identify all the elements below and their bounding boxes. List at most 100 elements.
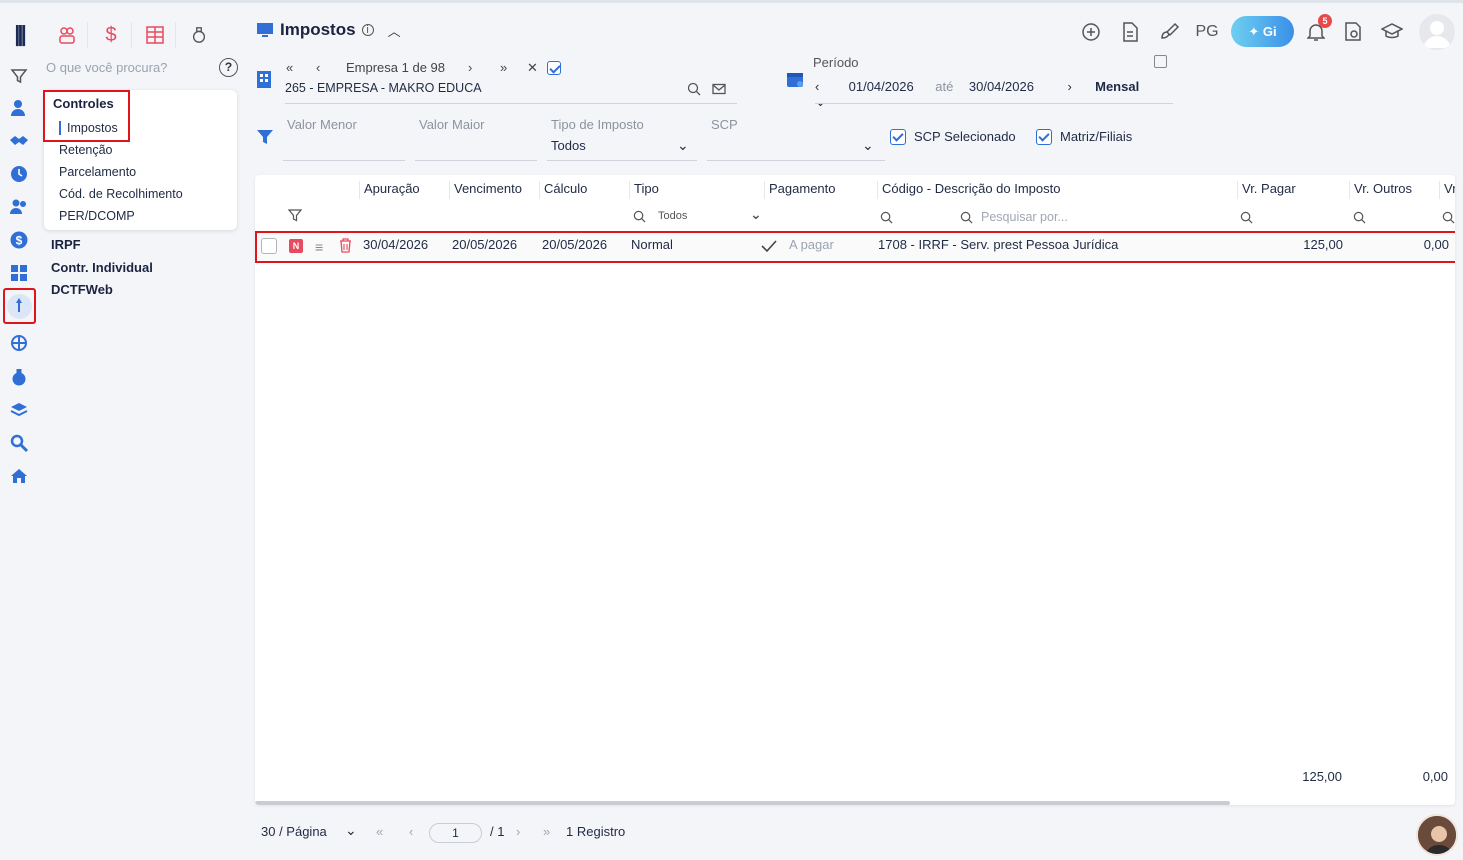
bag-icon[interactable] [185, 22, 213, 48]
col-apuracao[interactable]: Apuração [359, 181, 420, 199]
submenu-item-impostos[interactable]: Impostos [59, 121, 118, 135]
handshake-icon[interactable] [8, 130, 30, 152]
col-descricao[interactable]: Código - Descrição do Imposto [877, 181, 1060, 199]
filter-tipo-imposto[interactable]: Tipo de Imposto Todos ⌄ [547, 117, 697, 161]
delete-icon[interactable] [339, 238, 352, 253]
tipo-imposto-chevron-icon[interactable]: ⌄ [677, 137, 689, 154]
brush-icon[interactable] [1156, 16, 1184, 48]
last-company-icon[interactable]: » [500, 60, 527, 76]
page-input[interactable]: 1 [429, 823, 482, 843]
row-filter-icon[interactable] [288, 209, 302, 223]
mail-icon[interactable] [712, 82, 726, 96]
scp-selecionado-label: SCP Selecionado [914, 129, 1016, 144]
collapse-chevron-icon[interactable]: ︿ [388, 21, 401, 40]
period-checkbox[interactable] [1154, 55, 1167, 68]
matriz-filiais-label: Matriz/Filiais [1060, 129, 1133, 144]
spreadsheet-icon[interactable] [141, 22, 169, 48]
vroutros-filter-search-icon[interactable] [1353, 211, 1366, 224]
help-icon[interactable]: ? [219, 58, 238, 77]
period-label: Período [813, 55, 859, 70]
filter-scp[interactable]: SCP ⌄ [707, 117, 885, 161]
next-company-icon[interactable]: › [468, 60, 500, 76]
pg-label[interactable]: PG [1193, 16, 1221, 48]
company-checkbox[interactable] [547, 61, 561, 75]
users-icon[interactable] [8, 97, 30, 119]
company-name[interactable]: 265 - EMPRESA - MAKRO EDUCA [285, 81, 482, 95]
company-search-icon[interactable] [687, 82, 701, 96]
home-icon[interactable] [8, 465, 30, 487]
menu-group-irpf[interactable]: IRPF [51, 237, 81, 252]
next-period-icon[interactable]: › [1068, 79, 1092, 94]
first-page-icon[interactable]: « [376, 824, 383, 839]
prev-page-icon[interactable]: ‹ [409, 824, 413, 839]
prev-company-icon[interactable]: ‹ [316, 60, 346, 76]
company-underline [285, 103, 737, 104]
matriz-filiais-checkbox[interactable] [1036, 129, 1052, 145]
prev-period-icon[interactable]: ‹ [815, 79, 845, 94]
team-icon[interactable] [53, 22, 81, 48]
tipo-imposto-value[interactable]: Todos [551, 138, 697, 153]
scp-chevron-icon[interactable]: ⌄ [862, 137, 874, 154]
finance-icon[interactable]: $ [97, 22, 125, 48]
last-page-icon[interactable]: » [543, 824, 550, 839]
first-company-icon[interactable]: « [286, 60, 316, 76]
scp-label: SCP [711, 117, 738, 132]
desc-filter-input[interactable]: Pesquisar por... [981, 210, 1068, 224]
period-mode-select[interactable]: Mensal [1095, 79, 1165, 94]
tipo-filter-chevron-icon[interactable]: ⌄ [750, 206, 762, 223]
vr-filter-search-icon[interactable] [1442, 211, 1455, 224]
support-avatar[interactable] [1416, 814, 1458, 856]
layers-icon[interactable] [8, 399, 30, 421]
tipo-filter-select[interactable]: Todos [658, 210, 687, 222]
horizontal-scrollbar[interactable] [255, 801, 1230, 805]
col-calculo[interactable]: Cálculo [539, 181, 587, 199]
moneybag-icon[interactable] [8, 366, 30, 388]
menu-group-dctfweb[interactable]: DCTFWeb [51, 282, 113, 297]
filter-valor-menor[interactable]: Valor Menor [283, 117, 405, 161]
col-vr-outros[interactable]: Vr. Outros [1349, 181, 1412, 199]
controls-submenu: Controles Impostos Retenção Parcelamento… [43, 90, 237, 230]
submenu-item-cod-recolhimento[interactable]: Cód. de Recolhimento [59, 187, 183, 201]
period-mode-chevron-icon[interactable]: ⌄ [815, 94, 826, 109]
next-page-icon[interactable]: › [516, 824, 520, 839]
col-vr-more[interactable]: Vr [1439, 181, 1455, 199]
calculator-icon[interactable] [8, 262, 30, 284]
network-icon[interactable] [8, 332, 30, 354]
search-input[interactable]: O que você procura? [46, 60, 167, 75]
document-icon[interactable] [1116, 16, 1144, 48]
submenu-item-perdcomp[interactable]: PER/DCOMP [59, 209, 135, 223]
submenu-item-retencao[interactable]: Retenção [59, 143, 113, 157]
add-circle-icon[interactable] [1077, 16, 1105, 48]
app-logo[interactable]: ||| [8, 21, 30, 46]
people-icon[interactable] [8, 196, 30, 218]
row-menu-icon[interactable]: ≡ [315, 239, 323, 255]
filter-funnel-icon[interactable] [256, 128, 274, 146]
submenu-item-parcelamento[interactable]: Parcelamento [59, 165, 136, 179]
filter-valor-maior[interactable]: Valor Maior [415, 117, 537, 161]
per-page-select[interactable]: 30 / Página [261, 824, 327, 839]
info-icon[interactable]: i [361, 24, 374, 36]
user-avatar[interactable] [1419, 14, 1455, 50]
report-search-icon[interactable] [1339, 16, 1367, 48]
impostos-table: Apuração Vencimento Cálculo Tipo Pagamen… [255, 175, 1455, 805]
per-page-chevron-icon[interactable]: ⌄ [345, 822, 357, 839]
vrpagar-filter-search-icon[interactable] [1240, 211, 1253, 224]
col-pagamento[interactable]: Pagamento [764, 181, 836, 199]
search-icon[interactable] [8, 432, 30, 454]
graduation-cap-icon[interactable] [1378, 16, 1406, 48]
dollar-icon[interactable]: $ [8, 229, 30, 251]
row-checkbox[interactable] [261, 238, 277, 254]
company-selector: « ‹ Empresa 1 de 98 › » ✕ 265 - EMPRESA … [256, 58, 738, 104]
period-start-input[interactable]: 01/04/2026 [849, 79, 932, 94]
menu-group-contr-individual[interactable]: Contr. Individual [51, 260, 153, 275]
clock-icon[interactable] [8, 163, 30, 185]
cell-apuracao: 30/04/2026 [363, 237, 429, 252]
col-vencimento[interactable]: Vencimento [449, 181, 522, 199]
global-search[interactable]: O que você procura? ? [8, 58, 240, 82]
period-end-input[interactable]: 30/04/2026 [969, 79, 1064, 94]
scp-selecionado-checkbox[interactable] [890, 129, 906, 145]
clear-company-icon[interactable]: ✕ [527, 60, 549, 76]
col-tipo[interactable]: Tipo [629, 181, 659, 199]
col-vr-pagar[interactable]: Vr. Pagar [1237, 181, 1296, 199]
gi-assistant-button[interactable]: ✦ Gi [1231, 16, 1294, 47]
